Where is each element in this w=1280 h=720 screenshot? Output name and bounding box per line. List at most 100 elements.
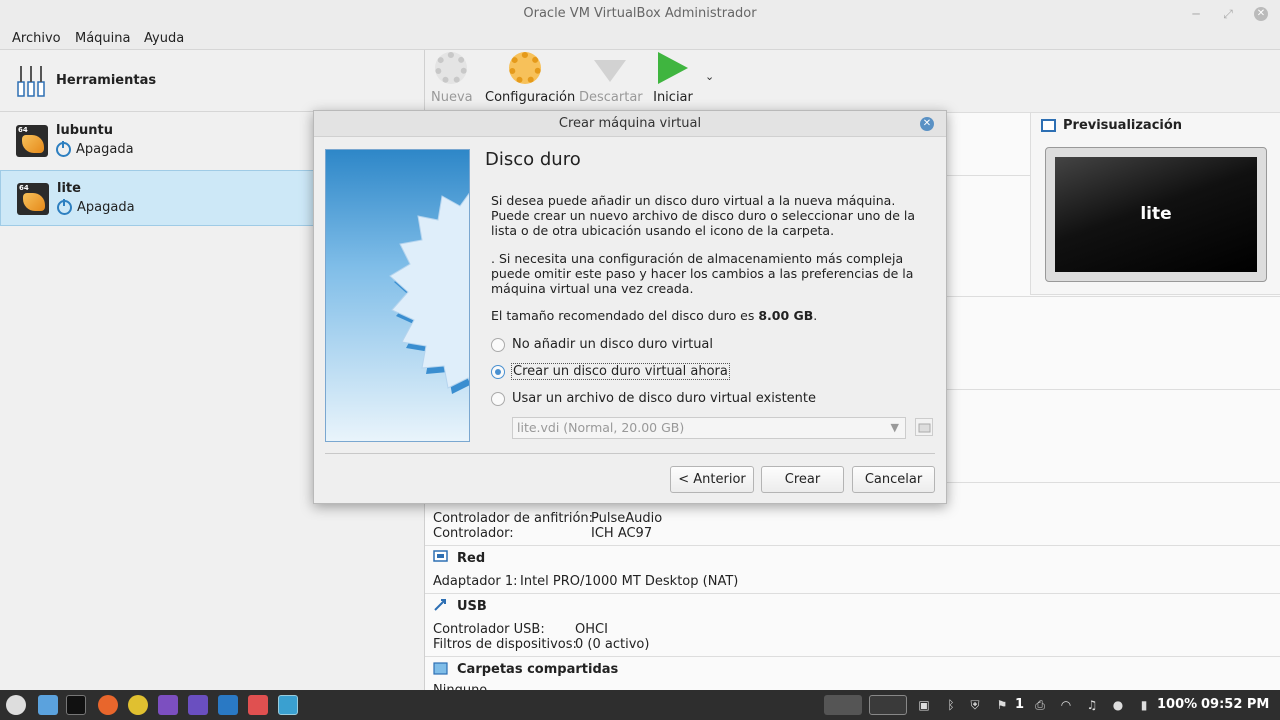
starburst-icon [389, 192, 469, 394]
vm-name: lite [57, 181, 81, 196]
shared-folders-title[interactable]: Carpetas compartidas [457, 662, 618, 677]
battery-percent: 100% [1157, 697, 1198, 712]
preview-screen: lite [1055, 157, 1257, 272]
battery-icon[interactable]: ▮ [1137, 698, 1151, 712]
audio-host-value: PulseAudio [591, 511, 663, 526]
dialog-title: Crear máquina virtual [558, 116, 702, 131]
start-arrow-icon [658, 52, 688, 84]
network-title[interactable]: Red [457, 551, 485, 566]
power-off-icon [56, 141, 71, 157]
usb-title[interactable]: USB [457, 599, 487, 614]
new-vm-button[interactable]: Nueva [431, 52, 473, 105]
vm-arch-badge: 64 [18, 126, 28, 134]
size-suffix: . [813, 308, 818, 323]
close-window-button[interactable]: ✕ [1254, 7, 1268, 21]
radio-button[interactable] [491, 392, 505, 406]
cancel-button[interactable]: Cancelar [852, 466, 935, 493]
vm-os-icon: 64 [16, 125, 48, 157]
window-title: Oracle VM VirtualBox Administrador [523, 6, 757, 21]
preview-frame: lite [1045, 147, 1267, 282]
radio-button[interactable] [491, 365, 505, 379]
existing-disk-value: lite.vdi (Normal, 20.00 GB) [517, 420, 685, 435]
preview-panel: Previsualización lite [1030, 113, 1280, 295]
usb-filters-value: 0 (0 activo) [575, 637, 650, 652]
discard-arrow-icon [594, 60, 626, 82]
power-off-icon [57, 199, 72, 215]
terminal-icon[interactable] [66, 695, 86, 715]
vm-os-icon: 64 [17, 183, 49, 215]
workspace-1[interactable] [824, 695, 862, 715]
radio-button[interactable] [491, 338, 505, 352]
network-adapter-label: Adaptador 1: [433, 574, 518, 589]
vm-name: lubuntu [56, 123, 113, 138]
menu-icon[interactable] [6, 695, 26, 715]
monitor-icon [1041, 119, 1056, 132]
shield-icon[interactable]: ⛨ [968, 698, 982, 712]
discard-button[interactable]: Descartar [579, 52, 643, 105]
vm-state: Apagada [76, 142, 134, 157]
divider [425, 545, 1280, 546]
bluetooth-icon[interactable]: ᛒ [944, 698, 958, 712]
preview-title: Previsualización [1063, 118, 1183, 133]
maximize-button[interactable]: ⤢ [1218, 0, 1238, 28]
folder-icon [433, 662, 448, 675]
folder-open-icon [918, 423, 931, 433]
size-prefix: El tamaño recomendado del disco duro es [491, 308, 759, 323]
create-button[interactable]: Crear [761, 466, 844, 493]
chrome-icon[interactable] [128, 695, 148, 715]
settings-label: Configuración [485, 90, 576, 105]
sound-icon[interactable]: ♫ [1085, 698, 1099, 712]
notification-count: 1 [1015, 697, 1025, 712]
new-icon [435, 52, 467, 84]
dialog-paragraph-2: . Si necesita una configuración de almac… [491, 251, 914, 296]
new-label: Nueva [431, 90, 473, 105]
firefox-icon[interactable] [98, 695, 118, 715]
back-button[interactable]: < Anterior [670, 466, 754, 493]
files-icon[interactable] [38, 695, 58, 715]
recommended-size-text: El tamaño recomendado del disco duro es … [491, 308, 931, 323]
menu-bar: Archivo Máquina Ayuda [0, 28, 1280, 50]
menu-maquina[interactable]: Máquina [75, 31, 131, 46]
radio-label: No añadir un disco duro virtual [512, 337, 714, 352]
network-adapter-value: Intel PRO/1000 MT Desktop (NAT) [520, 574, 739, 589]
clock[interactable]: 09:52 PM [1201, 697, 1269, 712]
wifi-icon[interactable]: ◠ [1059, 698, 1073, 712]
user-icon[interactable]: ● [1111, 698, 1125, 712]
vscode-icon[interactable] [218, 695, 238, 715]
start-button[interactable]: Iniciar [653, 52, 693, 105]
discard-label: Descartar [579, 90, 643, 105]
audio-host-label: Controlador de anfitrión: [433, 511, 594, 526]
main-toolbar: Nueva Configuración Descartar Iniciar ⌄ [425, 50, 1280, 112]
radio-label: Usar un archivo de disco duro virtual ex… [512, 391, 817, 406]
usb-filters-label: Filtros de dispositivos: [433, 637, 577, 652]
github-icon[interactable] [188, 695, 208, 715]
menu-ayuda[interactable]: Ayuda [144, 31, 184, 46]
network-icon [433, 550, 448, 562]
virtualbox-icon[interactable] [278, 695, 298, 715]
notification-icon[interactable]: ⚑ [995, 698, 1009, 712]
choose-file-button[interactable] [915, 418, 933, 436]
vm-state: Apagada [77, 200, 135, 215]
radio-label: Crear un disco duro virtual ahora [511, 363, 730, 380]
workspace-2[interactable] [869, 695, 907, 715]
screenshot-icon[interactable]: ▣ [917, 698, 931, 712]
taskbar: ▣ ᛒ ⛨ ⚑ 1 ⎙ ◠ ♫ ● ▮ 100% 09:52 PM [0, 690, 1280, 720]
divider [425, 593, 1280, 594]
tools-icon [17, 66, 45, 97]
printer-icon[interactable]: ⎙ [1033, 698, 1047, 712]
existing-disk-select[interactable]: lite.vdi (Normal, 20.00 GB) ▼ [512, 417, 906, 439]
size-value: 8.00 GB [758, 308, 814, 323]
menu-archivo[interactable]: Archivo [12, 31, 61, 46]
dialog-close-icon[interactable]: ✕ [920, 117, 934, 131]
app-icon[interactable] [248, 695, 268, 715]
minimize-button[interactable]: ─ [1186, 0, 1206, 28]
app-icon[interactable] [158, 695, 178, 715]
settings-button[interactable]: Configuración [485, 52, 575, 105]
vm-arch-badge: 64 [19, 184, 29, 192]
usb-icon [434, 599, 446, 611]
usb-ctrl-value: OHCI [575, 622, 608, 637]
dialog-title-bar: Crear máquina virtual [314, 111, 946, 137]
audio-ctrl-value: ICH AC97 [591, 526, 653, 541]
chevron-down-icon[interactable]: ⌄ [705, 70, 714, 83]
tools-item[interactable]: Herramientas [0, 50, 425, 112]
